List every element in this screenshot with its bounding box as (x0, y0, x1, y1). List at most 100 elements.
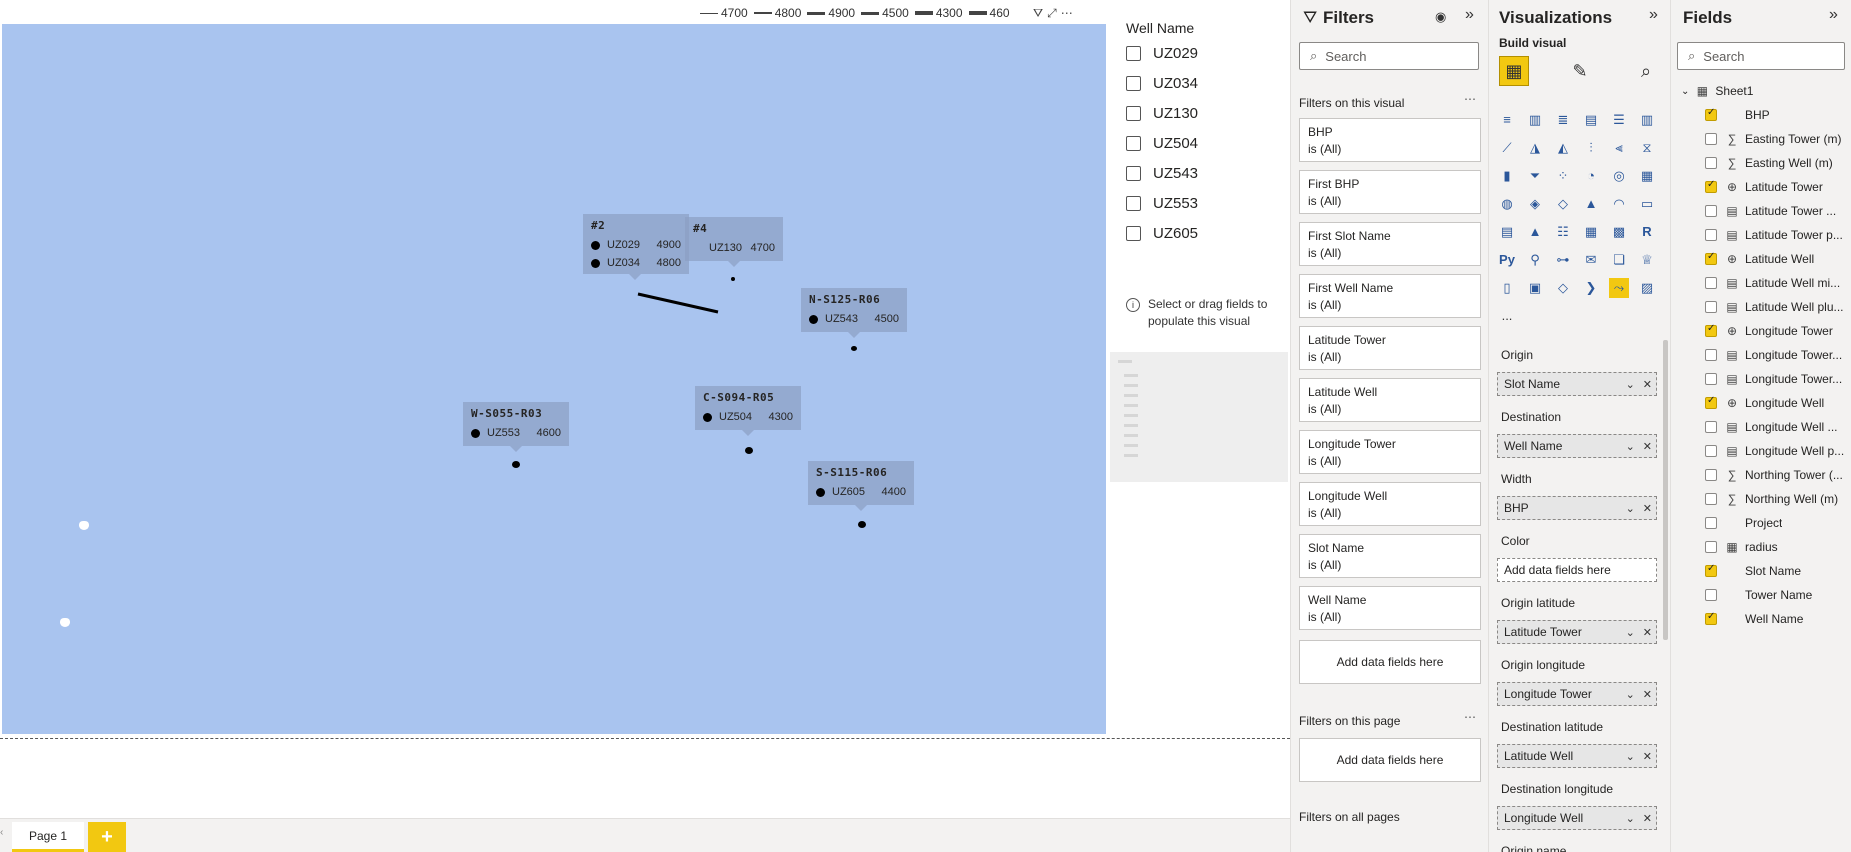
add-page-filter-dropzone[interactable]: Add data fields here (1299, 738, 1481, 782)
r-visual-icon[interactable]: R (1637, 222, 1657, 242)
checkbox[interactable] (1126, 225, 1141, 241)
chevron-down-icon[interactable]: ⌄ (1626, 626, 1635, 639)
eye-icon[interactable]: ◉ (1435, 9, 1446, 25)
slicer-item[interactable]: UZ543 (1126, 163, 1198, 183)
destination-latitude-field-well[interactable]: Latitude Well ⌄ ✕ (1497, 744, 1657, 768)
pie-icon[interactable]: ◔ (1581, 166, 1601, 186)
field-item[interactable]: ▤ Longitude Well p... (1705, 440, 1844, 462)
more-options-icon[interactable]: ⋯ (1464, 710, 1476, 724)
well-marker[interactable] (851, 346, 857, 351)
smart-narrative-icon[interactable]: ❏ (1609, 250, 1629, 270)
close-icon[interactable]: ✕ (1643, 626, 1652, 639)
chevron-down-icon[interactable]: ⌄ (1626, 502, 1635, 515)
focus-mode-icon[interactable]: ⤢ (1047, 6, 1057, 21)
filter-card[interactable]: First Well Name is (All) (1299, 274, 1481, 318)
map-icon[interactable]: ◍ (1497, 194, 1517, 214)
goals-icon[interactable]: ♕ (1637, 250, 1657, 270)
map-callout[interactable]: S-S115-R06 UZ605 4400 (808, 461, 914, 511)
field-item[interactable]: ▤ Latitude Well plu... (1705, 296, 1844, 318)
build-visual-tab-icon[interactable]: ▦ (1499, 56, 1529, 86)
field-checkbox[interactable] (1705, 179, 1717, 193)
add-filter-field-dropzone[interactable]: Add data fields here (1299, 640, 1481, 684)
key-influencers-icon[interactable]: ⚲ (1525, 250, 1545, 270)
field-checkbox[interactable] (1705, 421, 1717, 433)
field-checkbox[interactable] (1705, 277, 1717, 289)
azure-map-icon[interactable]: ▲ (1581, 194, 1601, 214)
card-icon[interactable]: ▭ (1637, 194, 1657, 214)
custom-visual-icon[interactable]: ❯ (1581, 278, 1601, 298)
chevron-down-icon[interactable]: ⌄ (1626, 378, 1635, 391)
origin-latitude-field-well[interactable]: Latitude Tower ⌄ ✕ (1497, 620, 1657, 644)
field-item[interactable]: ▤ Latitude Tower ... (1705, 200, 1836, 222)
field-item[interactable]: ▤ Latitude Well mi... (1705, 272, 1840, 294)
line-stacked-column-icon[interactable]: ⫷ (1609, 138, 1629, 158)
tabs-scroll-left-icon[interactable]: ‹ (0, 827, 6, 845)
chevron-down-icon[interactable]: ⌄ (1626, 750, 1635, 763)
kpi-icon[interactable]: ▲ (1525, 222, 1545, 242)
close-icon[interactable]: ✕ (1643, 378, 1652, 391)
field-item[interactable]: ▤ Longitude Well ... (1705, 416, 1838, 438)
format-visual-tab-icon[interactable]: ✎ (1565, 56, 1595, 86)
collapse-icon[interactable]: » (1465, 6, 1474, 24)
filter-card[interactable]: BHP is (All) (1299, 118, 1481, 162)
100-bar-icon[interactable]: ☰ (1609, 110, 1629, 130)
field-item[interactable]: ∑ Easting Tower (m) (1705, 128, 1841, 150)
clustered-column-icon[interactable]: ▤ (1581, 110, 1601, 130)
collapse-icon[interactable]: » (1829, 6, 1838, 24)
scatter-icon[interactable]: ⁘ (1553, 166, 1573, 186)
slicer-item[interactable]: UZ034 (1126, 73, 1198, 93)
flow-map-visual-icon[interactable]: ⤳ (1609, 278, 1629, 298)
field-checkbox[interactable] (1705, 107, 1717, 121)
map-callout[interactable]: N-S125-R06 UZ543 4500 (801, 288, 907, 338)
slicer-icon[interactable]: ☷ (1553, 222, 1573, 242)
field-item[interactable]: ∑ Northing Well (m) (1705, 488, 1838, 510)
checkbox[interactable] (1126, 195, 1141, 211)
matrix-icon[interactable]: ▩ (1609, 222, 1629, 242)
field-item[interactable]: Slot Name (1705, 560, 1801, 582)
destination-field-well[interactable]: Well Name ⌄ ✕ (1497, 434, 1657, 458)
field-item[interactable]: Project (1705, 512, 1782, 534)
chevron-down-icon[interactable]: ⌄ (1626, 440, 1635, 453)
line-column-icon[interactable]: ⫶ (1581, 138, 1601, 158)
stacked-column-icon[interactable]: ▥ (1525, 110, 1545, 130)
field-item[interactable]: Tower Name (1705, 584, 1812, 606)
filter-card[interactable]: Slot Name is (All) (1299, 534, 1481, 578)
field-item[interactable]: ▤ Longitude Tower... (1705, 344, 1842, 366)
field-checkbox[interactable] (1705, 493, 1717, 505)
checkbox[interactable] (1126, 75, 1141, 91)
gauge-icon[interactable]: ◠ (1609, 194, 1629, 214)
chevron-down-icon[interactable]: ⌄ (1626, 688, 1635, 701)
slicer-item[interactable]: UZ605 (1126, 223, 1198, 243)
close-icon[interactable]: ✕ (1643, 440, 1652, 453)
slicer-item[interactable]: UZ553 (1126, 193, 1198, 213)
field-checkbox[interactable] (1705, 589, 1717, 601)
field-checkbox[interactable] (1705, 517, 1717, 529)
table-icon[interactable]: ▦ (1581, 222, 1601, 242)
python-visual-icon[interactable]: Py (1497, 250, 1517, 270)
slicer-item[interactable]: UZ029 (1126, 43, 1198, 63)
slicer-item[interactable]: UZ504 (1126, 133, 1198, 153)
checkbox[interactable] (1126, 165, 1141, 181)
field-checkbox[interactable] (1705, 611, 1717, 625)
field-checkbox[interactable] (1705, 563, 1717, 577)
filled-map-icon[interactable]: ◈ (1525, 194, 1545, 214)
filters-search-input[interactable]: ⌕ Search (1299, 42, 1479, 70)
custom-map-icon[interactable]: ▨ (1637, 278, 1657, 298)
filter-card[interactable]: First Slot Name is (All) (1299, 222, 1481, 266)
checkbox[interactable] (1126, 45, 1141, 61)
map-callout[interactable]: W-S055-R03 UZ553 4600 (463, 402, 569, 452)
tower-marker[interactable] (60, 618, 70, 627)
well-marker[interactable] (745, 447, 753, 454)
table-node-sheet1[interactable]: ⌄ ▦ Sheet1 (1681, 80, 1753, 102)
treemap-icon[interactable]: ▦ (1637, 166, 1657, 186)
width-field-well[interactable]: BHP ⌄ ✕ (1497, 496, 1657, 520)
flow-line[interactable] (637, 292, 719, 314)
origin-field-well[interactable]: Slot Name ⌄ ✕ (1497, 372, 1657, 396)
field-checkbox[interactable] (1705, 157, 1717, 169)
well-marker[interactable] (731, 277, 735, 281)
field-checkbox[interactable] (1705, 301, 1717, 313)
field-item[interactable]: ⊕ Longitude Well (1705, 392, 1824, 414)
tower-marker[interactable] (79, 521, 89, 530)
fields-search-input[interactable]: ⌕ Search (1677, 42, 1845, 70)
field-checkbox[interactable] (1705, 349, 1717, 361)
